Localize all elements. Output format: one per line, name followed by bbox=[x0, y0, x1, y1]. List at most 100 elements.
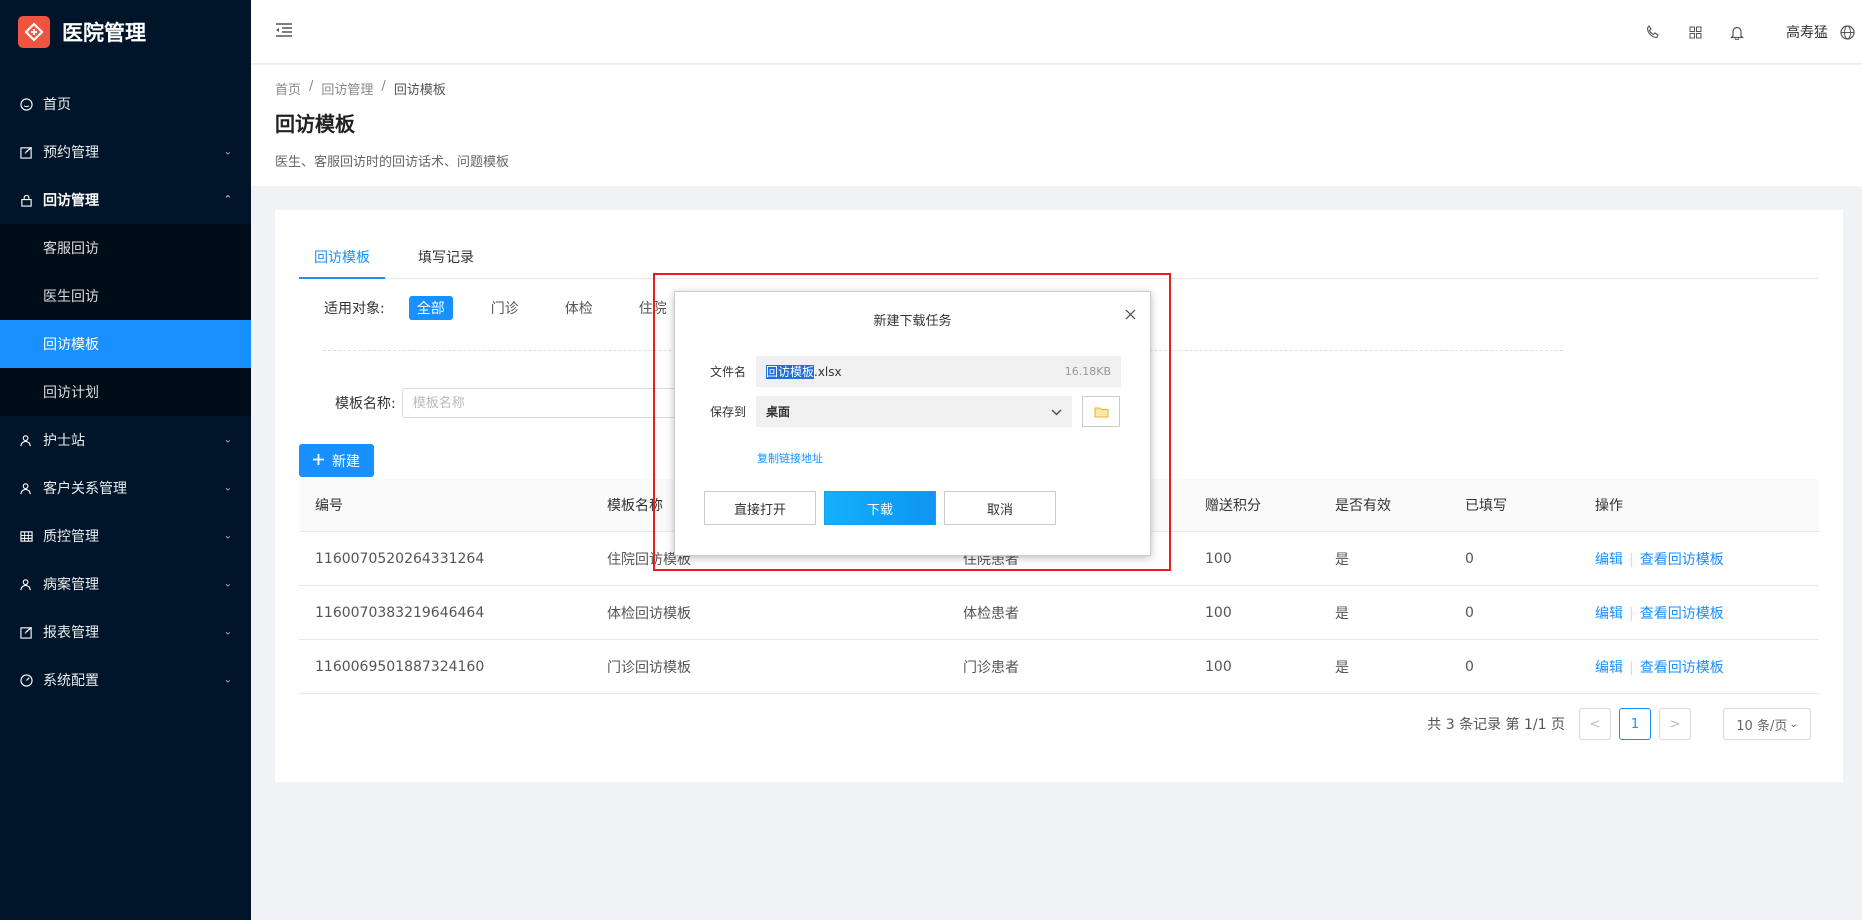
chevron-down-icon bbox=[1051, 405, 1062, 419]
sidebar-subitem-followup-plan[interactable]: 回访计划 bbox=[0, 368, 251, 416]
sidebar-item-medical-records[interactable]: 病案管理 ⌄ bbox=[0, 560, 251, 608]
copy-link-address[interactable]: 复制链接地址 bbox=[757, 450, 823, 466]
sidebar-item-appointments[interactable]: 预约管理 ⌄ bbox=[0, 128, 251, 176]
sidebar-item-label: 预约管理 bbox=[43, 145, 99, 161]
save-location-select[interactable]: 桌面 bbox=[756, 396, 1072, 427]
cell-filled: 0 bbox=[1465, 550, 1474, 567]
breadcrumb: 首页 / 回访管理 / 回访模板 bbox=[275, 79, 1862, 98]
breadcrumb-home[interactable]: 首页 bbox=[275, 79, 301, 98]
chevron-down-icon: ⌄ bbox=[223, 626, 232, 638]
file-size: 16.18KB bbox=[1064, 365, 1111, 378]
edit-link[interactable]: 编辑 bbox=[1595, 552, 1623, 568]
sidebar-subitem-followup-template[interactable]: 回访模板 bbox=[0, 320, 251, 368]
sidebar: 医院管理 首页 预约管理 ⌄ 回访管理 ⌃ 客服回访 医生回访 回访模板 回访计… bbox=[0, 0, 251, 920]
view-template-link[interactable]: 查看回访模板 bbox=[1640, 552, 1724, 568]
cell-actions: 编辑 | 查看回访模板 bbox=[1579, 603, 1819, 623]
top-bar: 高寿猛 bbox=[251, 0, 1862, 64]
file-name-field[interactable]: 回访模板.xlsx 16.18KB bbox=[756, 356, 1121, 387]
sidebar-subitem-service-followup[interactable]: 客服回访 bbox=[0, 224, 251, 272]
chevron-down-icon: ⌄ bbox=[223, 146, 232, 158]
new-button-label: 新建 bbox=[332, 453, 360, 470]
cancel-button[interactable]: 取消 bbox=[944, 491, 1056, 525]
menu-fold-icon[interactable] bbox=[275, 22, 293, 42]
cell-id: 1160069501887324160 bbox=[315, 658, 485, 675]
view-template-link[interactable]: 查看回访模板 bbox=[1640, 606, 1724, 622]
file-name-row: 文件名 回访模板.xlsx 16.18KB bbox=[710, 356, 1121, 387]
sidebar-subitem-doctor-followup[interactable]: 医生回访 bbox=[0, 272, 251, 320]
hospital-logo-icon bbox=[18, 16, 50, 48]
sidebar-item-crm[interactable]: 客户关系管理 ⌄ bbox=[0, 464, 251, 512]
filter-option-all[interactable]: 全部 bbox=[408, 296, 453, 320]
cell-actions: 编辑 | 查看回访模板 bbox=[1579, 657, 1819, 677]
table-icon bbox=[19, 529, 33, 543]
sidebar-item-label: 系统配置 bbox=[43, 673, 99, 689]
view-template-link[interactable]: 查看回访模板 bbox=[1640, 660, 1724, 676]
sidebar-item-system-config[interactable]: 系统配置 ⌄ bbox=[0, 656, 251, 704]
chevron-down-icon: ⌄ bbox=[223, 578, 232, 590]
cell-valid: 是 bbox=[1335, 659, 1349, 676]
action-separator: | bbox=[1629, 659, 1634, 676]
sidebar-item-quality-control[interactable]: 质控管理 ⌄ bbox=[0, 512, 251, 560]
download-button[interactable]: 下载 bbox=[824, 491, 936, 525]
pagination-summary: 共 3 条记录 第 1/1 页 bbox=[1427, 717, 1565, 733]
page-size-select[interactable]: 10 条/页 ⌄ bbox=[1723, 708, 1811, 740]
folder-icon[interactable] bbox=[1082, 396, 1120, 427]
sidebar-menu: 首页 预约管理 ⌄ 回访管理 ⌃ 客服回访 医生回访 回访模板 回访计划 护士站… bbox=[0, 80, 251, 704]
prev-page-button[interactable]: < bbox=[1579, 708, 1611, 740]
page-number-button[interactable]: 1 bbox=[1619, 708, 1651, 740]
tab-followup-template[interactable]: 回访模板 bbox=[299, 237, 385, 279]
open-directly-button[interactable]: 直接打开 bbox=[704, 491, 816, 525]
chevron-down-icon: ⌄ bbox=[223, 482, 232, 494]
sidebar-item-label: 报表管理 bbox=[43, 625, 99, 641]
chevron-down-icon: ⌄ bbox=[1789, 718, 1798, 730]
edit-link[interactable]: 编辑 bbox=[1595, 660, 1623, 676]
breadcrumb-separator: / bbox=[381, 79, 386, 94]
edit-link[interactable]: 编辑 bbox=[1595, 606, 1623, 622]
sidebar-item-nurse-station[interactable]: 护士站 ⌄ bbox=[0, 416, 251, 464]
file-name-extension: .xlsx bbox=[814, 365, 842, 379]
column-header: 赠送积分 bbox=[1205, 498, 1261, 514]
edit-icon bbox=[19, 625, 33, 639]
tab-fill-records[interactable]: 填写记录 bbox=[403, 237, 489, 279]
apps-icon[interactable] bbox=[1674, 26, 1716, 39]
sidebar-item-reports[interactable]: 报表管理 ⌄ bbox=[0, 608, 251, 656]
breadcrumb-current: 回访模板 bbox=[393, 83, 446, 98]
app-logo[interactable]: 医院管理 bbox=[0, 0, 251, 64]
file-name-label: 文件名 bbox=[710, 365, 747, 379]
cell-name: 体检回访模板 bbox=[607, 605, 691, 622]
top-right-tools: 高寿猛 bbox=[1632, 0, 1862, 64]
filter-option-outpatient[interactable]: 门诊 bbox=[483, 296, 527, 320]
save-to-row: 保存到 桌面 bbox=[710, 396, 1120, 427]
filter-option-checkup[interactable]: 体检 bbox=[557, 296, 601, 320]
cell-filled: 0 bbox=[1465, 658, 1474, 675]
bell-icon[interactable] bbox=[1716, 25, 1758, 40]
column-header: 编号 bbox=[315, 498, 343, 514]
page-header: 首页 / 回访管理 / 回访模板 回访模板 医生、客服回访时的回访话术、问题模板 bbox=[251, 65, 1862, 186]
cell-id: 1160070520264331264 bbox=[315, 550, 485, 567]
lock-icon bbox=[19, 193, 33, 207]
sidebar-item-label: 护士站 bbox=[43, 433, 85, 449]
chevron-up-icon: ⌃ bbox=[223, 194, 232, 206]
user-name[interactable]: 高寿猛 bbox=[1786, 22, 1828, 42]
next-page-button[interactable]: > bbox=[1659, 708, 1691, 740]
breadcrumb-followup[interactable]: 回访管理 bbox=[321, 79, 373, 98]
target-filter: 适用对象: 全部 门诊 体检 住院 bbox=[324, 296, 705, 320]
table-row: 1160070383219646464 体检回访模板 体检患者 100 是 0 … bbox=[299, 586, 1819, 640]
save-to-label: 保存到 bbox=[710, 405, 747, 419]
phone-icon[interactable] bbox=[1632, 25, 1674, 39]
cell-points: 100 bbox=[1205, 604, 1232, 621]
globe-icon[interactable] bbox=[1840, 24, 1862, 40]
cell-name: 门诊回访模板 bbox=[607, 659, 691, 676]
new-template-button[interactable]: 新建 bbox=[299, 444, 374, 477]
close-icon[interactable] bbox=[1120, 304, 1140, 324]
team-icon bbox=[19, 481, 33, 495]
filter-label: 适用对象: bbox=[324, 301, 385, 317]
sidebar-item-followup[interactable]: 回访管理 ⌃ bbox=[0, 176, 251, 224]
plus-icon bbox=[313, 453, 324, 469]
page-description: 医生、客服回访时的回访话术、问题模板 bbox=[275, 155, 510, 170]
page-size-label: 10 条/页 bbox=[1736, 718, 1788, 734]
sidebar-item-home[interactable]: 首页 bbox=[0, 80, 251, 128]
action-separator: | bbox=[1629, 605, 1634, 622]
cell-valid: 是 bbox=[1335, 605, 1349, 622]
sidebar-item-label: 首页 bbox=[43, 97, 71, 113]
